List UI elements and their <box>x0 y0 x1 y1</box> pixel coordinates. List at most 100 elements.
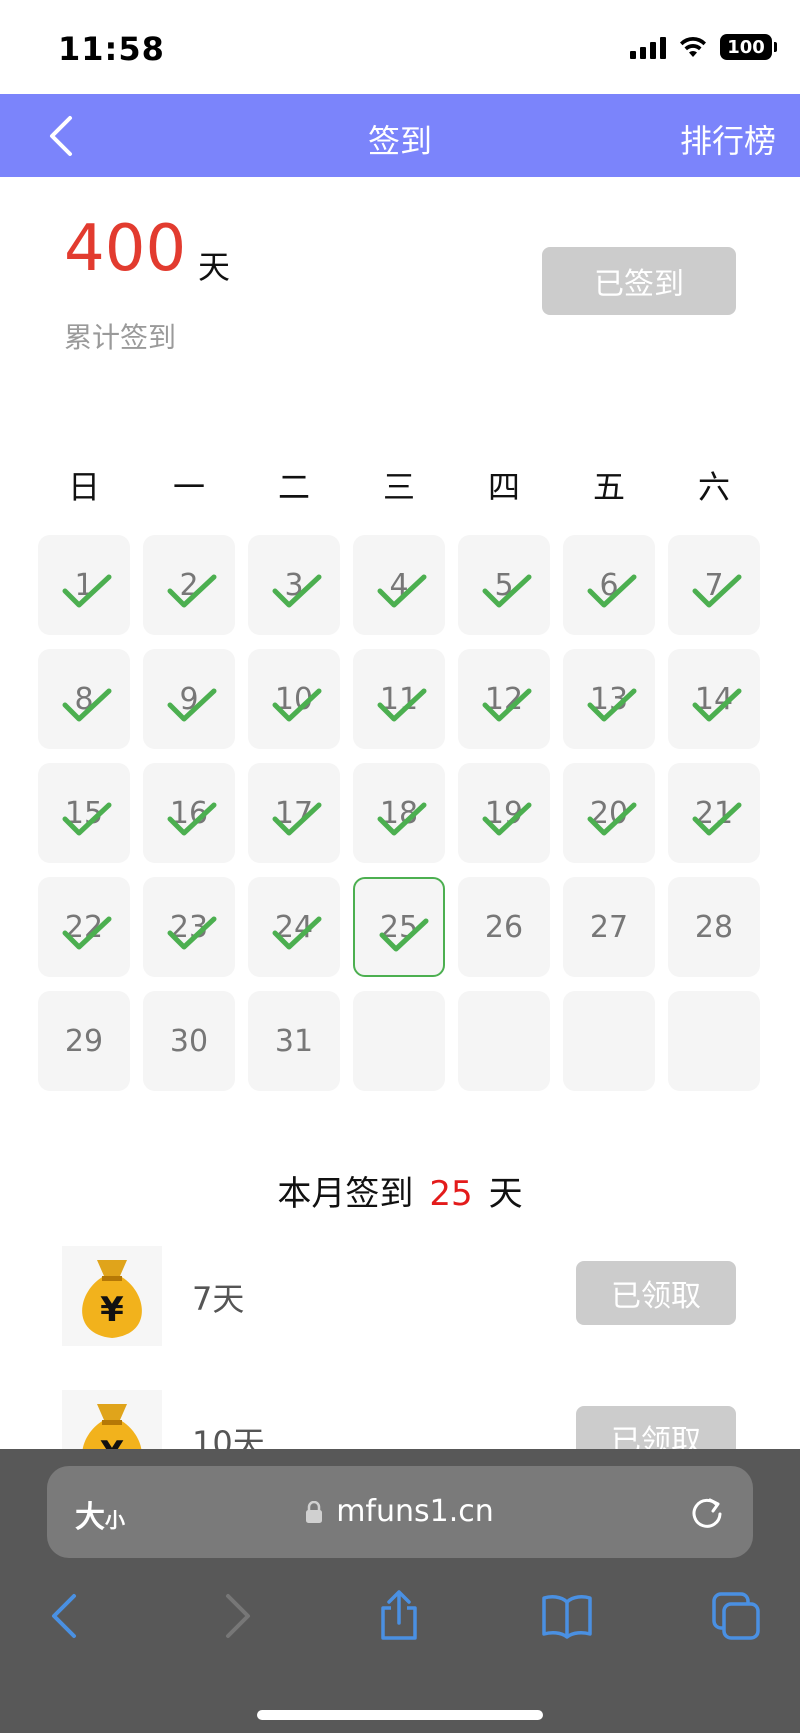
browser-chrome: 大小 mfuns1.cn <box>0 1449 800 1733</box>
calendar-day[interactable]: 30 <box>143 991 235 1091</box>
calendar-day[interactable]: 6 <box>563 535 655 635</box>
calendar-day[interactable]: 5 <box>458 535 550 635</box>
total-checkin-count: 400 <box>64 212 187 286</box>
calendar-day[interactable]: 13 <box>563 649 655 749</box>
url-display: mfuns1.cn <box>47 1494 753 1529</box>
calendar-day[interactable]: 10 <box>248 649 340 749</box>
weekday-label: 日 <box>67 468 100 506</box>
share-icon[interactable] <box>373 1590 425 1642</box>
weekday-label: 六 <box>697 468 730 506</box>
nav-bar: 签到 排行榜 <box>0 94 800 177</box>
calendar-day[interactable]: 24 <box>248 877 340 977</box>
calendar-day[interactable]: 11 <box>353 649 445 749</box>
calendar-day-number: 1 <box>74 567 94 603</box>
calendar-empty-cell <box>353 991 445 1091</box>
total-checkin-unit: 天 <box>198 248 231 286</box>
month-summary-prefix: 本月签到 <box>277 1174 414 1214</box>
month-checkin-count: 25 <box>429 1174 473 1214</box>
calendar-day[interactable]: 31 <box>248 991 340 1091</box>
calendar-day[interactable]: 15 <box>38 763 130 863</box>
calendar-day[interactable]: 9 <box>143 649 235 749</box>
calendar-day-number: 14 <box>694 681 734 717</box>
calendar-empty-cell <box>668 991 760 1091</box>
reload-icon[interactable] <box>687 1492 727 1532</box>
month-summary: 本月签到 25 天 <box>0 1166 800 1215</box>
status-time: 11:58 <box>58 30 165 68</box>
calendar-day[interactable]: 7 <box>668 535 760 635</box>
weekday-label: 一 <box>172 468 205 506</box>
calendar-day[interactable]: 19 <box>458 763 550 863</box>
calendar-day[interactable]: 14 <box>668 649 760 749</box>
calendar-empty-cell <box>563 991 655 1091</box>
calendar-day-number: 21 <box>694 795 734 831</box>
calendar-day-number: 22 <box>64 909 104 945</box>
calendar-day-number: 27 <box>589 909 629 945</box>
address-bar[interactable]: 大小 mfuns1.cn <box>47 1466 753 1558</box>
calendar-day-number: 4 <box>389 567 409 603</box>
calendar-day[interactable]: 18 <box>353 763 445 863</box>
calendar-day-number: 31 <box>274 1023 314 1059</box>
calendar-day-number: 15 <box>64 795 104 831</box>
money-bag-icon: ¥ <box>62 1246 162 1346</box>
svg-text:¥: ¥ <box>100 1290 124 1330</box>
calendar-day-number: 17 <box>274 795 314 831</box>
wifi-icon <box>680 36 706 57</box>
calendar-day[interactable]: 26 <box>458 877 550 977</box>
calendar-day-number: 13 <box>589 681 629 717</box>
status-bar: 11:58 100 <box>0 0 800 94</box>
calendar-day[interactable]: 25 <box>353 877 445 977</box>
calendar-day[interactable]: 4 <box>353 535 445 635</box>
calendar-day[interactable]: 16 <box>143 763 235 863</box>
calendar-day[interactable]: 27 <box>563 877 655 977</box>
calendar-day-number: 23 <box>169 909 209 945</box>
reward-days-label: 7天 <box>192 1280 245 1318</box>
browser-forward-icon[interactable] <box>210 1590 262 1642</box>
calendar-day-number: 8 <box>74 681 94 717</box>
weekday-label: 三 <box>382 468 415 506</box>
calendar-day[interactable]: 21 <box>668 763 760 863</box>
calendar-day[interactable]: 12 <box>458 649 550 749</box>
weekday-label: 二 <box>277 468 310 506</box>
weekday-label: 四 <box>487 468 520 506</box>
tabs-icon[interactable] <box>710 1590 762 1642</box>
calendar-day-number: 6 <box>599 567 619 603</box>
total-checkin-label: 累计签到 <box>64 321 177 354</box>
calendar-day-number: 19 <box>484 795 524 831</box>
status-icons: 100 <box>630 34 777 60</box>
calendar-day[interactable]: 23 <box>143 877 235 977</box>
weekday-label: 五 <box>592 468 625 506</box>
url-text: mfuns1.cn <box>336 1494 494 1529</box>
calendar-day[interactable]: 2 <box>143 535 235 635</box>
calendar-day-number: 29 <box>64 1023 104 1059</box>
browser-back-icon[interactable] <box>40 1590 92 1642</box>
calendar-day[interactable]: 29 <box>38 991 130 1091</box>
lock-icon <box>306 1501 323 1523</box>
calendar-day[interactable]: 8 <box>38 649 130 749</box>
calendar-day[interactable]: 3 <box>248 535 340 635</box>
checkin-button[interactable]: 已签到 <box>542 247 736 315</box>
calendar-day-number: 18 <box>379 795 419 831</box>
calendar-day-number: 5 <box>494 567 514 603</box>
calendar-day[interactable]: 28 <box>668 877 760 977</box>
calendar-day-number: 2 <box>179 567 199 603</box>
calendar-day[interactable]: 1 <box>38 535 130 635</box>
calendar-day-number: 24 <box>274 909 314 945</box>
calendar-day-number: 20 <box>589 795 629 831</box>
leaderboard-link[interactable]: 排行榜 <box>680 116 776 162</box>
month-summary-suffix: 天 <box>488 1174 523 1214</box>
calendar-day-number: 9 <box>179 681 199 717</box>
calendar-day[interactable]: 20 <box>563 763 655 863</box>
calendar-empty-cell <box>458 991 550 1091</box>
home-indicator <box>257 1710 543 1720</box>
calendar-day-number: 12 <box>484 681 524 717</box>
calendar-day-number: 7 <box>704 567 724 603</box>
claim-reward-button[interactable]: 已领取 <box>576 1261 736 1325</box>
calendar-day-number: 11 <box>379 681 419 717</box>
calendar-day-number: 3 <box>284 567 304 603</box>
calendar-day-number: 30 <box>169 1023 209 1059</box>
calendar-day[interactable]: 22 <box>38 877 130 977</box>
bookmarks-icon[interactable] <box>541 1590 593 1642</box>
calendar-day[interactable]: 17 <box>248 763 340 863</box>
signal-icon <box>630 35 666 59</box>
calendar-day-number: 16 <box>169 795 209 831</box>
